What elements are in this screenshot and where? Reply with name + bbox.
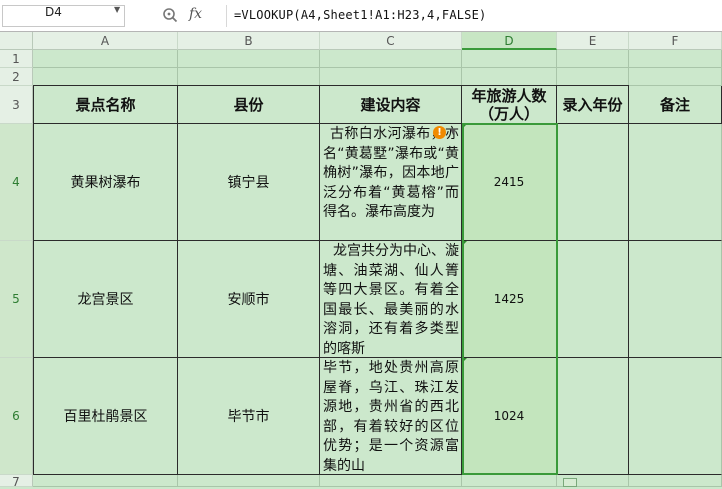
table-cell-year[interactable]	[557, 241, 629, 358]
visitors-value: 1425	[493, 292, 525, 306]
cell[interactable]	[557, 50, 629, 68]
name-box-value: D4	[45, 5, 62, 19]
row-header-7[interactable]: 7	[0, 475, 33, 489]
table-cell-content[interactable]: 毕节，地处贵州高原屋脊，乌江、珠江发源地，贵州省的西北部，有着较好的区位优势；是…	[320, 358, 462, 475]
cell[interactable]	[629, 475, 722, 487]
row-header-3[interactable]: 3	[0, 86, 33, 124]
cell[interactable]	[33, 475, 178, 487]
table-cell-content[interactable]: 古称白水河瀑布，亦名“黄葛墅”瀑布或“黄桷树”瀑布，因本地广泛分布着“黄葛榕”而…	[320, 124, 462, 241]
cell[interactable]	[462, 475, 557, 487]
header-cell-county[interactable]: 县份	[178, 86, 320, 124]
cell[interactable]	[462, 50, 557, 68]
error-indicator	[462, 358, 467, 363]
column-header-b[interactable]: B	[178, 32, 320, 50]
column-header-f[interactable]: F	[629, 32, 722, 50]
cell[interactable]	[320, 68, 462, 86]
table-cell-county[interactable]: 毕节市	[178, 358, 320, 475]
table-cell-visitors[interactable]: 2415	[462, 124, 557, 241]
formula-divider	[226, 5, 227, 27]
formula-input[interactable]: =VLOOKUP(A4,Sheet1!A1:H23,4,FALSE)	[234, 8, 486, 22]
header-cell-notes[interactable]: 备注	[629, 86, 722, 124]
cell[interactable]	[178, 475, 320, 487]
header-visitors-line1: 年旅游人数	[471, 86, 547, 105]
row-header-6[interactable]: 6	[0, 358, 33, 475]
cell[interactable]	[178, 68, 320, 86]
column-header-c[interactable]: C	[320, 32, 462, 50]
zoom-icon[interactable]	[162, 7, 178, 23]
row-header-2[interactable]: 2	[0, 68, 33, 86]
cell[interactable]	[178, 50, 320, 68]
name-box[interactable]	[2, 5, 125, 27]
fx-icon[interactable]: fx	[189, 6, 202, 22]
table-cell-notes[interactable]	[629, 124, 722, 241]
header-cell-visitors[interactable]: 年旅游人数 （万人）	[462, 86, 557, 124]
table-cell-name[interactable]: 百里杜鹃景区	[34, 358, 178, 475]
row-header-1[interactable]: 1	[0, 50, 33, 68]
column-header-d[interactable]: D	[462, 32, 557, 50]
table-cell-notes[interactable]	[629, 358, 722, 475]
cell[interactable]	[629, 50, 722, 68]
visitors-value: 2415	[493, 175, 525, 189]
table-cell-visitors[interactable]: 1425	[462, 241, 557, 358]
name-box-dropdown-icon[interactable]: ▼	[114, 5, 120, 14]
table-cell-county[interactable]: 安顺市	[178, 241, 320, 358]
warning-dropdown-icon[interactable]: ▼	[450, 127, 456, 136]
column-header-e[interactable]: E	[557, 32, 629, 50]
cell[interactable]	[557, 68, 629, 86]
cell[interactable]	[33, 68, 178, 86]
error-indicator	[462, 124, 467, 129]
header-cell-year[interactable]: 录入年份	[557, 86, 629, 124]
table-cell-name[interactable]: 黄果树瀑布	[34, 124, 178, 241]
warning-icon[interactable]: !	[433, 126, 446, 139]
cell[interactable]	[320, 50, 462, 68]
header-cell-name[interactable]: 景点名称	[34, 86, 178, 124]
table-cell-notes[interactable]	[629, 241, 722, 358]
row-header-4[interactable]: 4	[0, 124, 33, 241]
select-all-corner[interactable]	[0, 32, 33, 50]
header-visitors-line2: （万人）	[478, 104, 539, 123]
paste-options-icon[interactable]	[563, 478, 577, 487]
table-cell-content[interactable]: 龙宫共分为中心、漩塘、油菜湖、仙人箐等四大景区。有着全国最长、最美丽的水溶洞，还…	[320, 241, 462, 358]
table-cell-visitors[interactable]: 1024	[462, 358, 557, 475]
table-cell-county[interactable]: 镇宁县	[178, 124, 320, 241]
table-cell-year[interactable]	[557, 358, 629, 475]
table-cell-year[interactable]	[557, 124, 629, 241]
table-cell-name[interactable]: 龙宫景区	[34, 241, 178, 358]
row-header-5[interactable]: 5	[0, 241, 33, 358]
cell[interactable]	[33, 50, 178, 68]
cell[interactable]	[320, 475, 462, 487]
column-header-a[interactable]: A	[33, 32, 178, 50]
cell[interactable]	[462, 68, 557, 86]
visitors-value: 1024	[493, 409, 525, 423]
error-indicator	[462, 241, 467, 246]
cell[interactable]	[629, 68, 722, 86]
header-cell-content[interactable]: 建设内容	[320, 86, 462, 124]
